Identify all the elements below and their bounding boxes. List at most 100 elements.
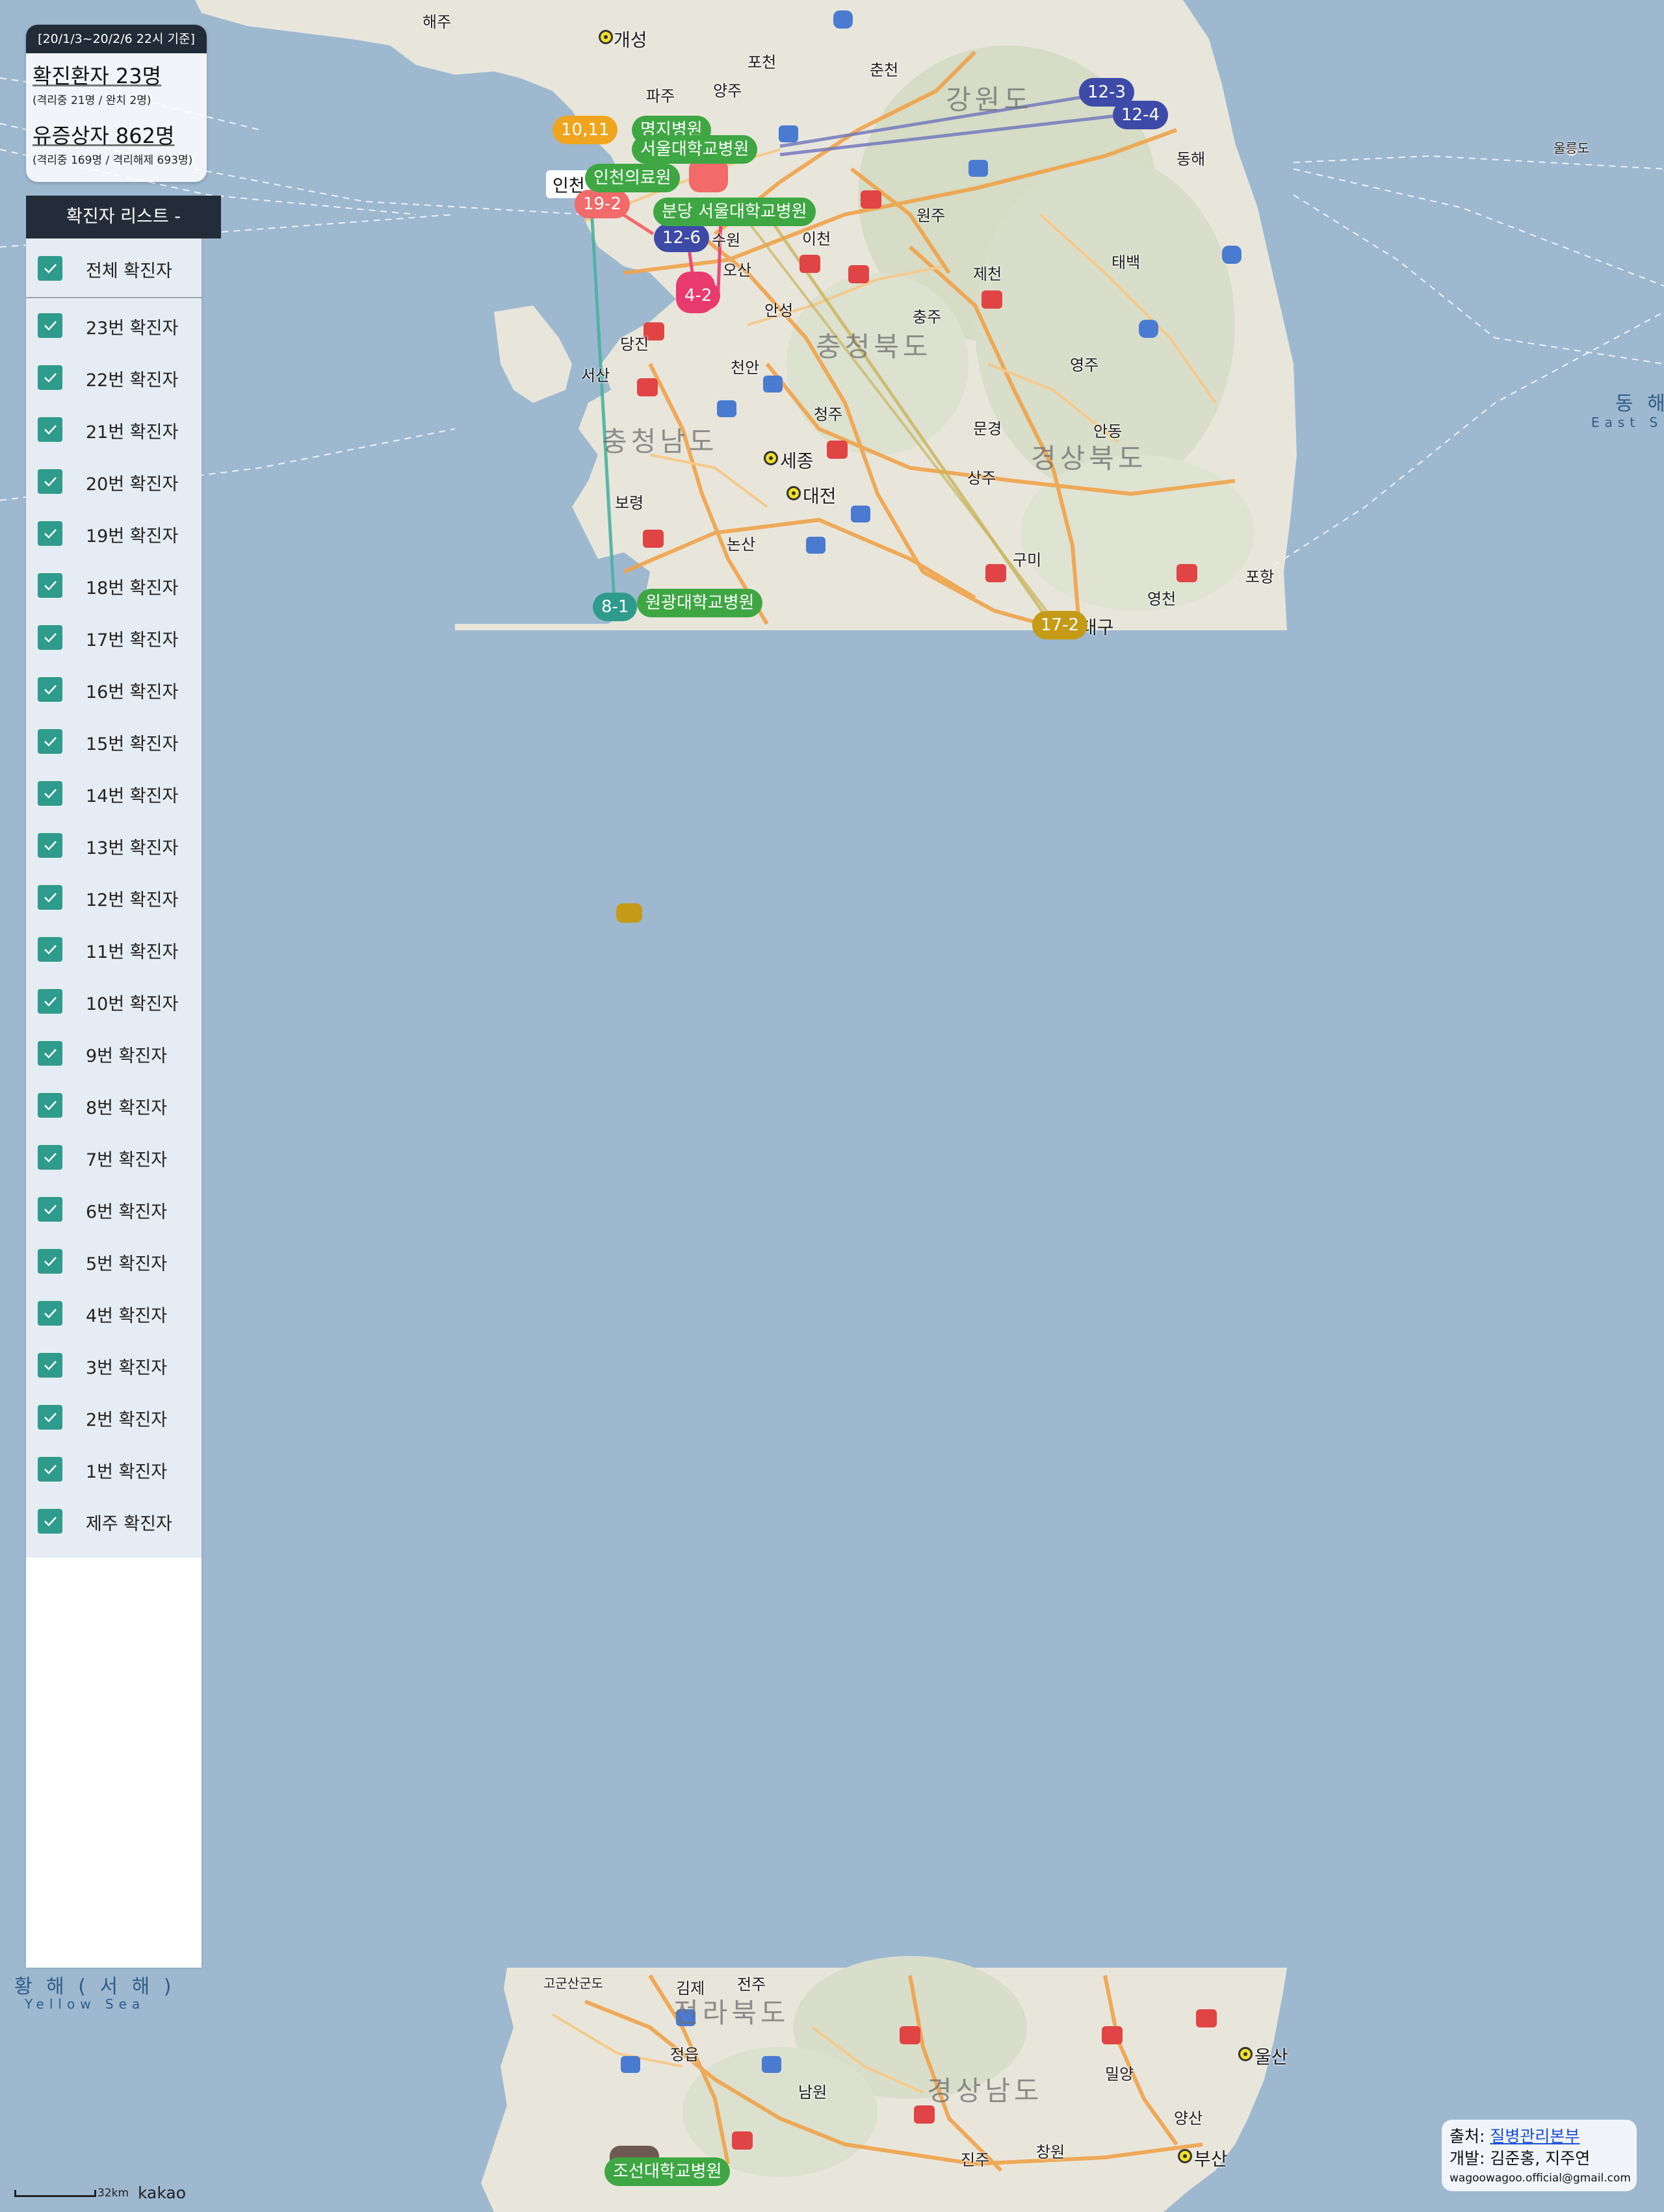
city-label-chuncheon: 춘천	[870, 61, 899, 79]
city-label-jecheon: 제천	[973, 265, 1002, 283]
patient-list-item[interactable]: 14번 확진자	[26, 770, 202, 817]
patient-list-label: 13번 확진자	[86, 838, 179, 858]
city-label-namwon: 남원	[798, 2083, 827, 2102]
city-label-gumi: 구미	[1013, 551, 1042, 569]
checkbox-checked-icon[interactable]	[38, 833, 62, 858]
patient-list-item[interactable]: 제주 확진자	[26, 1498, 202, 1545]
patient-marker-17-2[interactable]: 17-2	[1032, 611, 1088, 639]
hospital-label-incheon[interactable]: 인천의료원	[585, 164, 680, 192]
patient-list-item[interactable]: 18번 확진자	[26, 562, 202, 609]
patient-list-item[interactable]: 6번 확진자	[26, 1186, 202, 1233]
city-label-daejeon: 대전	[803, 485, 837, 507]
patient-list-item[interactable]: 23번 확진자	[26, 302, 202, 349]
city-label-sejong: 세종	[780, 450, 814, 472]
patient-list-panel: 전체 확진자 23번 확진자 22번 확진자 21번 확진자 20번 확진자 19번 확…	[26, 238, 202, 1968]
city-label-pocheon: 포천	[748, 53, 777, 71]
city-label-icheon: 이천	[802, 230, 831, 248]
patient-list-item[interactable]: 3번 확진자	[26, 1342, 202, 1389]
checkbox-checked-icon[interactable]	[38, 781, 62, 806]
hospital-label-chosun[interactable]: 조선대학교병원	[604, 2157, 731, 2186]
checkbox-checked-icon[interactable]	[38, 1041, 62, 1066]
hospital-label-wonkwang[interactable]: 원광대학교병원	[637, 589, 763, 617]
patient-marker-19-2[interactable]: 19-2	[575, 190, 630, 218]
checkbox-checked-icon[interactable]	[38, 885, 62, 910]
island-label-ulleungdo: 울릉도	[1554, 140, 1590, 156]
patient-list-item[interactable]: 2번 확진자	[26, 1394, 202, 1441]
patient-list-item[interactable]: 4번 확진자	[26, 1290, 202, 1337]
patient-list-item[interactable]: 9번 확진자	[26, 1030, 202, 1077]
patient-list-item[interactable]: 20번 확진자	[26, 458, 202, 505]
checkbox-checked-icon[interactable]	[38, 1249, 62, 1274]
patient-list-item[interactable]: 11번 확진자	[26, 926, 202, 973]
patient-list-label: 7번 확진자	[86, 1150, 168, 1170]
patient-list-item[interactable]: 21번 확진자	[26, 406, 202, 453]
patient-list-label: 12번 확진자	[86, 890, 179, 910]
patient-list-item[interactable]: 15번 확진자	[26, 718, 202, 765]
checkbox-checked-icon[interactable]	[38, 365, 62, 390]
patient-list-label: 22번 확진자	[86, 370, 179, 391]
city-label-sangju: 상주	[967, 469, 996, 487]
checkbox-checked-icon[interactable]	[38, 469, 62, 494]
checkbox-checked-icon[interactable]	[38, 521, 62, 546]
checkbox-checked-icon[interactable]	[38, 313, 62, 338]
patient-list-label: 8번 확진자	[86, 1098, 168, 1118]
patient-list-item[interactable]: 13번 확진자	[26, 822, 202, 869]
patient-list-item[interactable]: 1번 확진자	[26, 1446, 202, 1493]
patient-list-label: 14번 확진자	[86, 786, 179, 806]
hospital-label-snuh[interactable]: 서울대학교병원	[632, 135, 758, 164]
checkbox-checked-icon[interactable]	[38, 1145, 62, 1170]
patient-marker-10-11[interactable]: 10,11	[552, 116, 618, 144]
filter-all-label: 전체 확진자	[86, 261, 172, 281]
patient-marker-12-4[interactable]: 12-4	[1113, 101, 1169, 129]
patient-list-label: 16번 확진자	[86, 682, 179, 702]
checkbox-checked-icon[interactable]	[38, 677, 62, 702]
patient-list-label: 23번 확진자	[86, 318, 179, 339]
checkbox-checked-icon[interactable]	[38, 937, 62, 962]
patient-list-item[interactable]: 12번 확진자	[26, 874, 202, 921]
city-label-wonju: 원주	[916, 207, 946, 225]
checkbox-checked-icon[interactable]	[38, 573, 62, 598]
patient-list-label: 2번 확진자	[86, 1410, 168, 1430]
city-dot	[1238, 2047, 1253, 2061]
patient-list: 전체 확진자 23번 확진자 22번 확진자 21번 확진자 20번 확진자 19번 확…	[26, 238, 202, 1558]
suspected-detail: (격리중 169명 / 격리해제 693명)	[32, 154, 193, 167]
checkbox-checked-icon[interactable]	[38, 1457, 62, 1482]
patient-list-item[interactable]: 17번 확진자	[26, 614, 202, 661]
patient-list-label: 15번 확진자	[86, 734, 179, 754]
city-label-pohang: 포항	[1245, 568, 1275, 586]
checkbox-checked-icon[interactable]	[38, 256, 62, 281]
patient-list-item[interactable]: 16번 확진자	[26, 666, 202, 713]
province-label-gangwon: 강원도	[946, 84, 1033, 116]
checkbox-checked-icon[interactable]	[38, 729, 62, 754]
patient-marker-8-1[interactable]: 8-1	[593, 593, 638, 621]
checkbox-checked-icon[interactable]	[38, 989, 62, 1014]
island-label-gogunsan: 고군산군도	[543, 1975, 603, 1991]
patient-list-item[interactable]: 10번 확진자	[26, 978, 202, 1025]
city-label-taebaek: 태백	[1112, 253, 1141, 272]
checkbox-checked-icon[interactable]	[38, 625, 62, 650]
patient-list-item[interactable]: 5번 확진자	[26, 1238, 202, 1285]
patient-list-item[interactable]: 19번 확진자	[26, 510, 202, 557]
source-link[interactable]: 질병관리본부	[1490, 2127, 1580, 2146]
checkbox-checked-icon[interactable]	[38, 1301, 62, 1326]
checkbox-checked-icon[interactable]	[38, 1405, 62, 1430]
checkbox-checked-icon[interactable]	[38, 1093, 62, 1118]
patient-list-label: 3번 확진자	[86, 1358, 168, 1378]
checkbox-checked-icon[interactable]	[38, 1197, 62, 1222]
hospital-label-bundang[interactable]: 분당 서울대학교병원	[653, 198, 816, 226]
city-label-miryang: 밀양	[1105, 2065, 1134, 2083]
checkbox-checked-icon[interactable]	[38, 1509, 62, 1534]
city-label-haeju: 해주	[422, 13, 452, 31]
source-line: 출처: 질병관리본부	[1450, 2124, 1580, 2147]
patient-list-item[interactable]: 7번 확진자	[26, 1134, 202, 1181]
patient-marker-4-2[interactable]: 4-2	[676, 281, 721, 310]
city-label-cheonan: 천안	[731, 359, 760, 377]
patient-list-item[interactable]: 8번 확진자	[26, 1082, 202, 1129]
patient-list-item[interactable]: 22번 확진자	[26, 354, 202, 401]
checkbox-checked-icon[interactable]	[38, 1353, 62, 1378]
checkbox-checked-icon[interactable]	[38, 417, 62, 442]
city-label-paju: 파주	[646, 87, 675, 105]
filter-all-patients[interactable]: 전체 확진자	[26, 245, 202, 292]
patient-marker-12-6[interactable]: 12-6	[654, 224, 710, 252]
patient-list-toggle[interactable]: 확진자 리스트 -	[26, 196, 221, 238]
